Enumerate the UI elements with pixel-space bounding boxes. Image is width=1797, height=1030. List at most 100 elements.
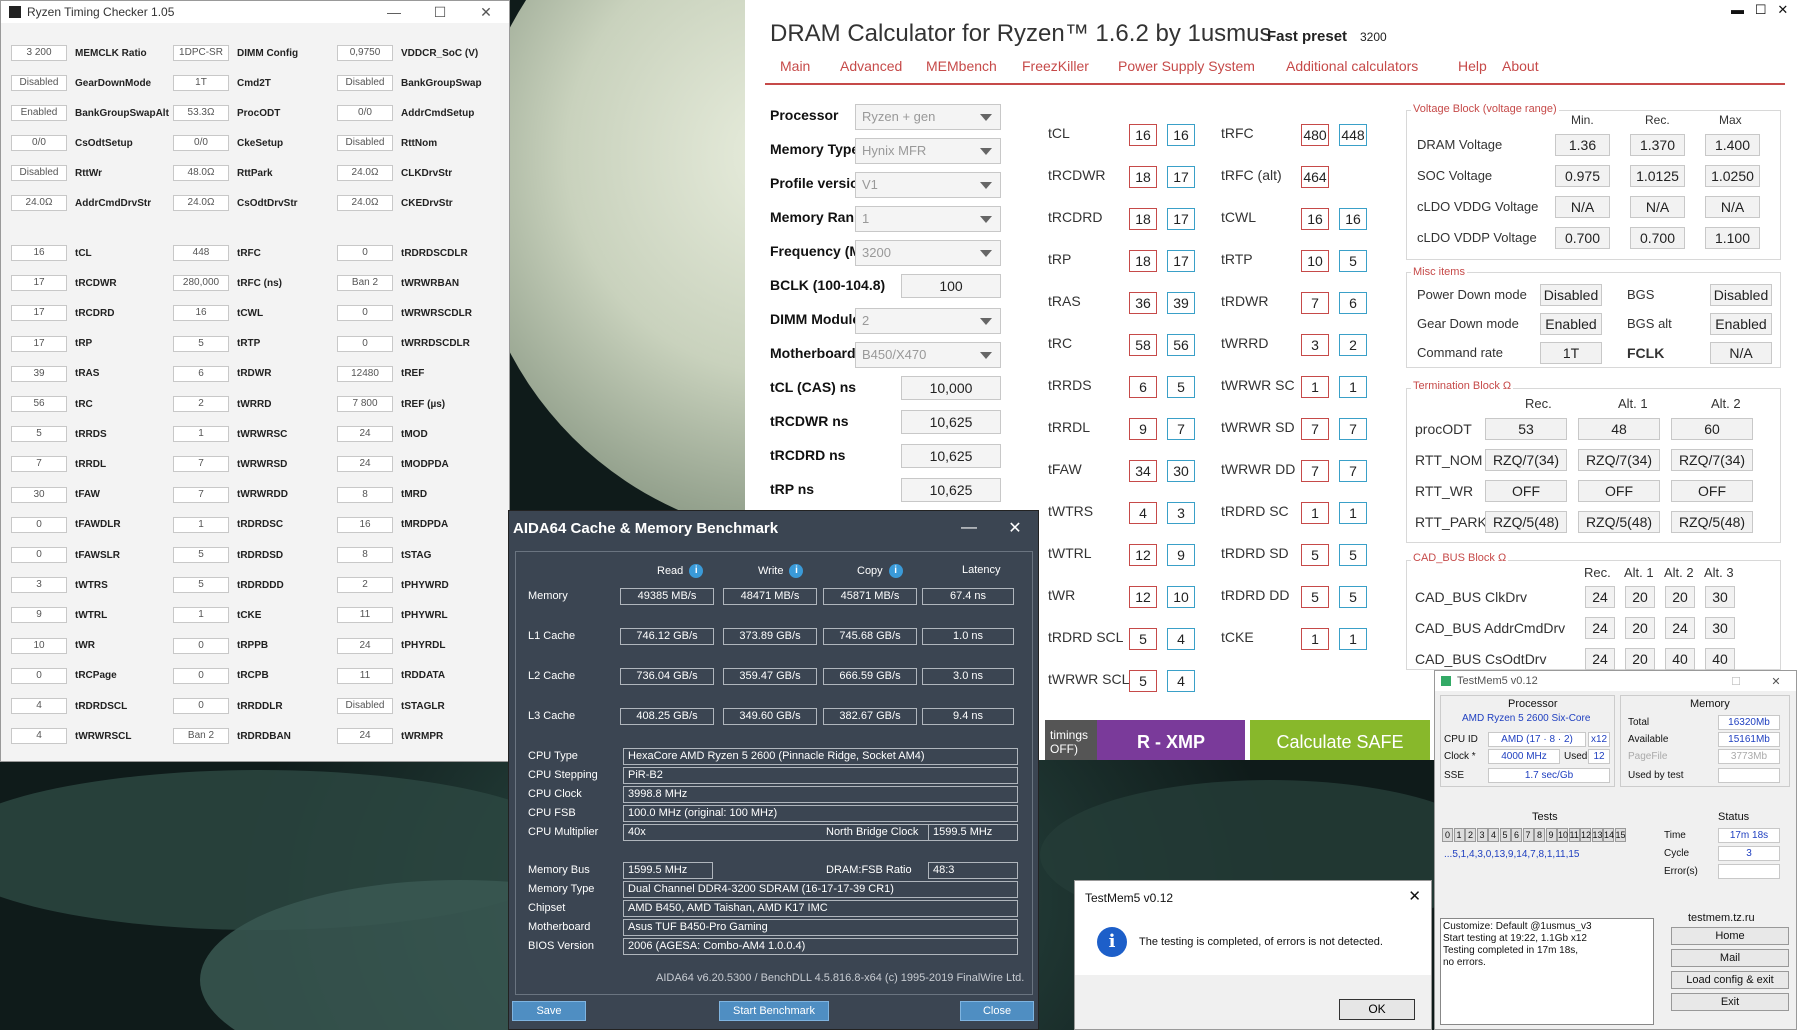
param-input[interactable]: 10,000 [901, 376, 1001, 400]
rtc-value-box[interactable]: 48.0Ω [173, 165, 229, 181]
load-config-exit-button[interactable]: Load config & exit [1671, 971, 1789, 989]
param-select[interactable]: 2 [855, 308, 1001, 334]
rtc-value-box[interactable]: 24.0Ω [337, 165, 393, 181]
calculate-safe-button[interactable]: Calculate SAFE [1250, 720, 1430, 760]
close-icon[interactable]: ✕ [992, 518, 1038, 538]
rtc-value-box[interactable]: 6 [173, 365, 229, 382]
rtc-value-box[interactable]: 16 [337, 516, 393, 533]
param-select[interactable]: 1 [855, 206, 1001, 232]
rtc-value-box[interactable]: 2 [337, 577, 393, 594]
rtc-value-box[interactable]: 1T [173, 75, 229, 91]
minimize-icon[interactable]: ▬ [1731, 2, 1744, 17]
close-icon[interactable]: ✕ [463, 4, 509, 21]
r-xmp-button[interactable]: R - XMP [1097, 720, 1245, 760]
rtc-value-box[interactable]: 0/0 [11, 135, 67, 151]
param-input[interactable]: 10,625 [901, 478, 1001, 502]
rtc-value-box[interactable]: 24.0Ω [11, 195, 67, 211]
tab-additional-calculators[interactable]: Additional calculators [1286, 58, 1418, 74]
param-select[interactable]: 3200 [855, 240, 1001, 266]
rtc-value-box[interactable]: 3 200 [11, 45, 67, 61]
rtc-value-box[interactable]: Disabled [11, 165, 67, 181]
rtc-value-box[interactable]: 0 [173, 698, 229, 714]
rtc-titlebar[interactable]: Ryzen Timing Checker 1.05 — ☐ ✕ [1, 1, 509, 23]
rtc-value-box[interactable]: 9 [11, 607, 67, 624]
rtc-value-box[interactable]: 0 [11, 516, 67, 533]
rtc-value-box[interactable]: 1 [173, 516, 229, 533]
tab-about[interactable]: About [1502, 58, 1539, 74]
rtc-value-box[interactable]: 0 [337, 245, 393, 261]
start-benchmark-button[interactable]: Start Benchmark [719, 1001, 829, 1021]
ok-button[interactable]: OK [1339, 999, 1415, 1020]
rtc-value-box[interactable]: 4 [11, 698, 67, 714]
aida-titlebar[interactable]: AIDA64 Cache & Memory Benchmark — ✕ [509, 511, 1038, 545]
rtc-value-box[interactable]: 10 [11, 637, 67, 654]
info-icon[interactable]: i [789, 564, 804, 578]
rtc-value-box[interactable]: 5 [173, 335, 229, 352]
rtc-value-box[interactable]: 24 [337, 728, 393, 745]
rtc-value-box[interactable]: 24.0Ω [337, 195, 393, 211]
rtc-value-box[interactable]: Disabled [337, 75, 393, 91]
rtc-value-box[interactable]: 280,000 [173, 275, 229, 292]
tab-membench[interactable]: MEMbench [926, 58, 997, 74]
rtc-value-box[interactable]: 24 [337, 637, 393, 654]
rtc-value-box[interactable]: Disabled [337, 135, 393, 151]
rtc-value-box[interactable]: 12480 [337, 365, 393, 382]
rtc-value-box[interactable]: 16 [11, 245, 67, 261]
rtc-value-box[interactable]: 5 [173, 577, 229, 594]
rtc-value-box[interactable]: Ban 2 [337, 275, 393, 292]
rtc-value-box[interactable]: 17 [11, 335, 67, 352]
rtc-value-box[interactable]: 24 [337, 426, 393, 443]
rtc-value-box[interactable]: 1DPC-SR [173, 45, 229, 61]
minimize-icon[interactable]: — [371, 4, 417, 20]
rtc-value-box[interactable]: 56 [11, 396, 67, 412]
rtc-value-box[interactable]: 7 [173, 486, 229, 503]
tab-main[interactable]: Main [780, 58, 810, 74]
rtc-value-box[interactable]: 53.3Ω [173, 105, 229, 121]
rtc-value-box[interactable]: 0 [337, 335, 393, 352]
rtc-value-box[interactable]: 17 [11, 275, 67, 292]
rtc-value-box[interactable]: 0 [173, 637, 229, 654]
rtc-value-box[interactable]: 24 [337, 456, 393, 473]
tm-titlebar[interactable]: TestMem5 v0.12 ☐ ✕ [1435, 671, 1796, 691]
minimize-icon[interactable]: — [946, 519, 992, 537]
rtc-value-box[interactable]: 5 [173, 547, 229, 563]
rtc-value-box[interactable]: Enabled [11, 105, 67, 121]
rtc-value-box[interactable]: 11 [337, 607, 393, 624]
save-button[interactable]: Save [512, 1001, 586, 1021]
rtc-value-box[interactable]: 3 [11, 577, 67, 594]
rtc-value-box[interactable]: 0 [11, 667, 67, 684]
rtc-value-box[interactable]: 1 [173, 607, 229, 624]
param-input[interactable]: 10,625 [901, 410, 1001, 434]
param-select[interactable]: Ryzen + gen [855, 104, 1001, 130]
rtc-value-box[interactable]: 11 [337, 667, 393, 684]
maximize-icon[interactable]: ☐ [417, 4, 463, 21]
info-icon[interactable]: i [888, 564, 903, 578]
rtc-value-box[interactable]: 17 [11, 305, 67, 322]
rtc-value-box[interactable]: 4 [11, 728, 67, 745]
rtc-value-box[interactable]: 16 [173, 305, 229, 322]
maximize-icon[interactable]: ☐ [1755, 2, 1767, 17]
tab-help[interactable]: Help [1458, 58, 1487, 74]
home-button[interactable]: Home [1671, 927, 1789, 945]
param-select[interactable]: V1 [855, 172, 1001, 198]
rtc-value-box[interactable]: 1 [173, 426, 229, 443]
rtc-value-box[interactable]: 7 [11, 456, 67, 473]
rtc-value-box[interactable]: 39 [11, 365, 67, 382]
close-icon[interactable]: ✕ [1408, 887, 1421, 905]
rtc-value-box[interactable]: Disabled [337, 698, 393, 714]
info-icon[interactable]: i [689, 564, 704, 578]
rtc-value-box[interactable]: 0/0 [173, 135, 229, 151]
maximize-icon[interactable]: ☐ [1716, 675, 1756, 688]
rtc-value-box[interactable]: 0 [11, 547, 67, 563]
rtc-value-box[interactable]: 0 [173, 667, 229, 684]
tab-power-supply-system[interactable]: Power Supply System [1118, 58, 1255, 74]
rtc-value-box[interactable]: 24.0Ω [173, 195, 229, 211]
tab-advanced[interactable]: Advanced [840, 58, 902, 74]
rtc-value-box[interactable]: Ban 2 [173, 728, 229, 745]
rtc-value-box[interactable]: 8 [337, 486, 393, 503]
mail-button[interactable]: Mail [1671, 949, 1789, 967]
param-input[interactable]: 10,625 [901, 444, 1001, 468]
close-icon[interactable]: ✕ [1777, 2, 1788, 17]
rtc-value-box[interactable]: 7 800 [337, 396, 393, 412]
rtc-value-box[interactable]: 0 [337, 305, 393, 322]
